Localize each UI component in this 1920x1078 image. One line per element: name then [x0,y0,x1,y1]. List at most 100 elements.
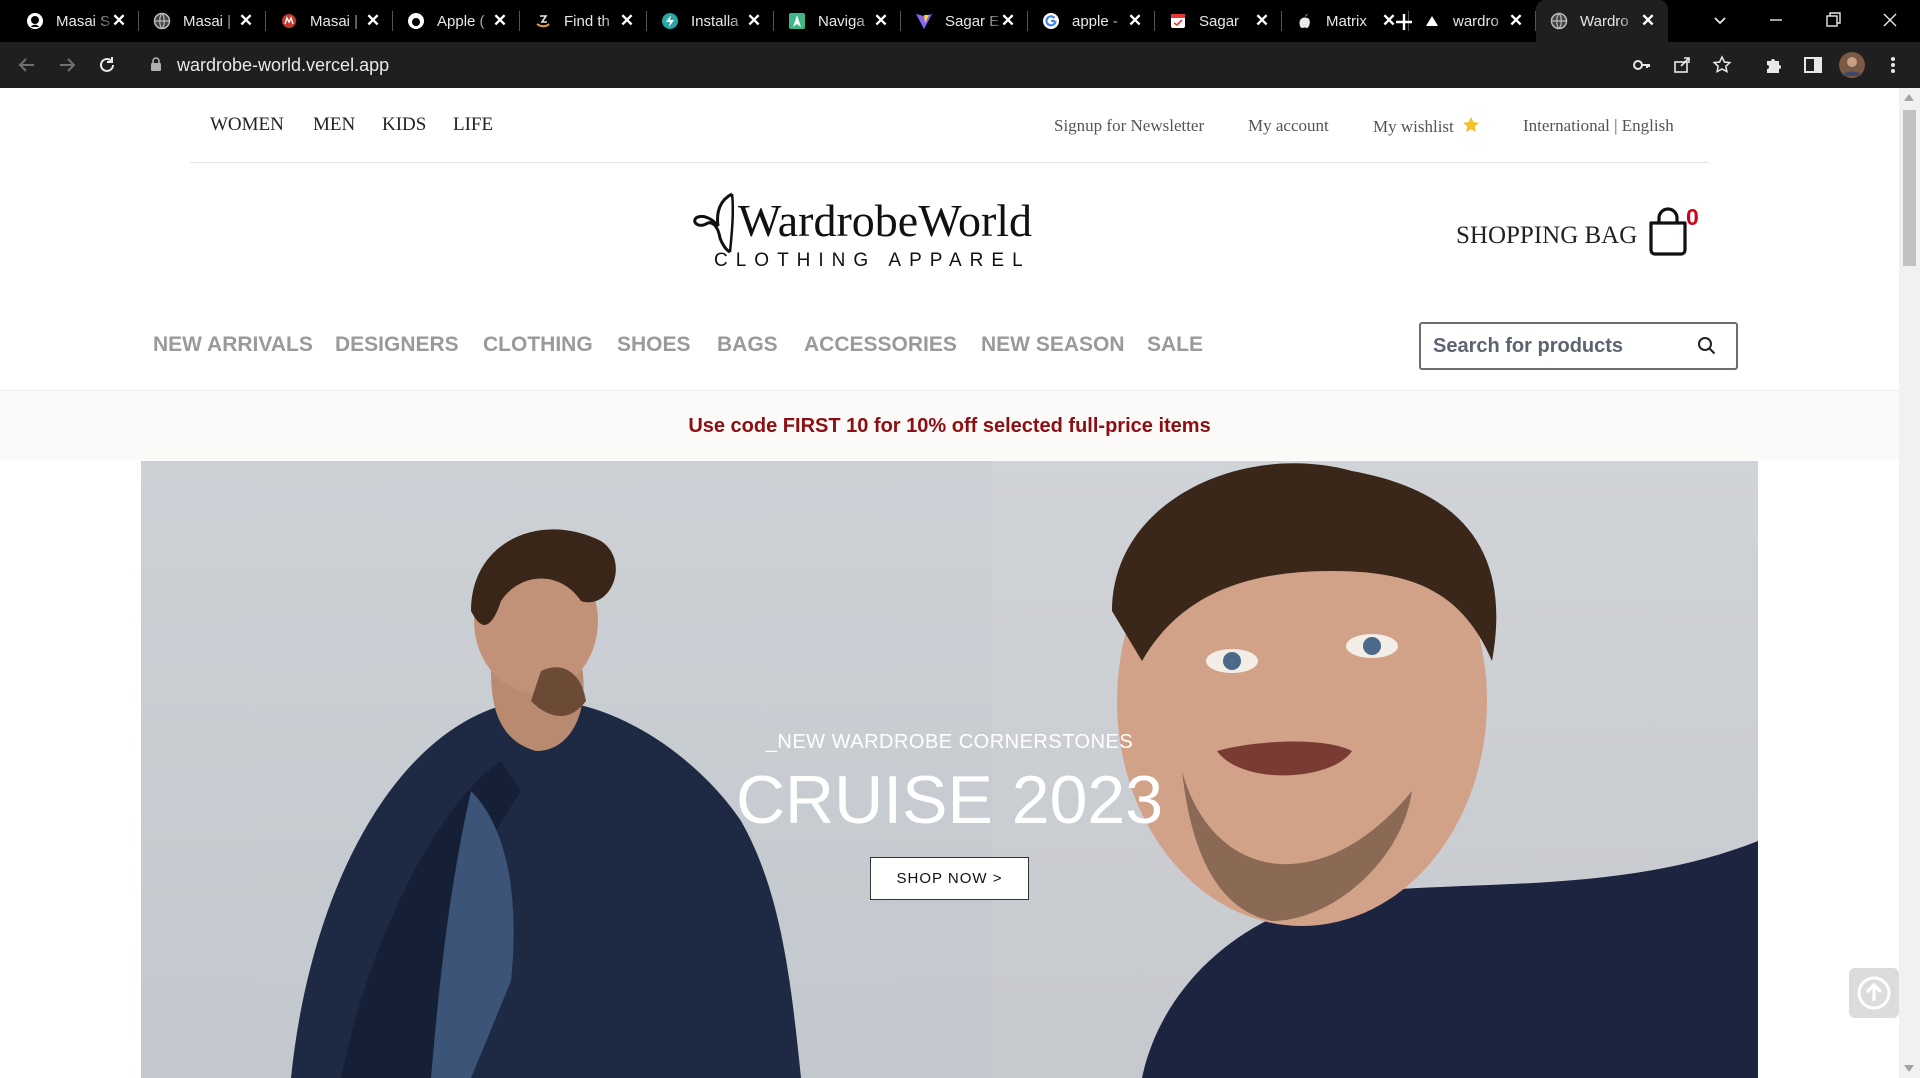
promo-text: Use code FIRST 10 for 10% off selected f… [688,415,1211,437]
close-tab-icon[interactable]: ✕ [236,11,256,31]
nav-men[interactable]: MEN [313,114,355,136]
lock-icon [151,57,161,71]
globe-icon [153,12,171,30]
browser-tab[interactable]: Apple (✕ [393,0,520,42]
close-tab-icon[interactable]: ✕ [617,11,637,31]
browser-tab[interactable]: Masai | ✕ [139,0,266,42]
chevron-down-icon [1714,17,1726,25]
category-designers[interactable]: DESIGNERS [335,333,459,357]
minimize-button[interactable] [1766,10,1786,30]
account-link[interactable]: My account [1248,116,1329,136]
reload-icon [100,57,114,72]
side-panel-icon [1804,57,1822,73]
profile-button[interactable] [1838,51,1866,79]
browser-tab[interactable]: Find th ✕ [520,0,647,42]
scrollbar-thumb[interactable] [1903,110,1916,266]
browser-tab[interactable]: wardro ✕ [1409,0,1536,42]
passwords-button[interactable] [1628,51,1656,79]
promo-banner: Use code FIRST 10 for 10% off selected f… [0,390,1899,460]
search-icon[interactable] [1696,335,1718,357]
site-logo[interactable]: WardrobeWorld CLOTHING APPAREL [690,188,1060,278]
google-icon [1042,12,1060,30]
new-tab-button[interactable] [1392,10,1416,34]
share-button[interactable] [1668,51,1696,79]
star-icon [1463,116,1479,132]
search-box [1419,322,1738,370]
forward-button[interactable] [53,51,81,79]
close-tab-icon[interactable]: ✕ [871,11,891,31]
close-window-button[interactable] [1880,10,1900,30]
minimize-icon [1770,19,1782,21]
browser-tab[interactable]: Sagar E ✕ [901,0,1028,42]
globe-icon [1550,12,1568,30]
close-tab-icon[interactable]: ✕ [998,11,1018,31]
star-icon [1712,55,1732,74]
close-tab-icon[interactable]: ✕ [109,11,129,31]
extensions-button[interactable] [1759,51,1787,79]
hero-title: CRUISE 2023 [735,762,1164,838]
github-icon [26,12,44,30]
arrow-right-icon [60,58,76,72]
category-bags[interactable]: BAGS [717,333,778,357]
close-tab-icon[interactable]: ✕ [363,11,383,31]
kebab-menu-icon [1891,57,1895,73]
web-page: WOMEN MEN KIDS LIFE Signup for Newslette… [0,88,1899,1078]
wishlist-link[interactable]: My wishlist [1373,116,1480,137]
top-utility-bar: WOMEN MEN KIDS LIFE Signup for Newslette… [190,88,1709,163]
scroll-down-arrow[interactable] [1904,1065,1914,1072]
hanger-logo-icon [693,192,735,254]
search-input[interactable] [1433,324,1683,368]
key-icon [1633,60,1650,70]
browser-tab[interactable]: Naviga ✕ [774,0,901,42]
close-tab-icon[interactable]: ✕ [1252,11,1272,31]
bookmark-button[interactable] [1708,51,1736,79]
browser-tab[interactable]: Sagar ✕ [1155,0,1282,42]
nav-kids[interactable]: KIDS [382,114,426,136]
scroll-up-arrow[interactable] [1904,94,1914,101]
category-sale[interactable]: SALE [1147,333,1203,357]
browser-tab[interactable]: Installa ✕ [647,0,774,42]
restore-icon [1826,12,1841,27]
shop-now-button[interactable]: SHOP NOW > [870,857,1029,900]
region-link[interactable]: International | English [1523,116,1674,136]
vercel-icon [1423,12,1441,30]
newsletter-link[interactable]: Signup for Newsletter [1054,116,1204,136]
arrow-up-circle-icon [1857,976,1891,1010]
share-icon [1674,57,1690,73]
category-accessories[interactable]: ACCESSORIES [804,333,957,357]
menu-button[interactable] [1879,51,1907,79]
bolt-icon [661,12,679,30]
address-bar: wardrobe-world.vercel.app [0,42,1920,88]
restore-button[interactable] [1823,10,1843,30]
apple-icon [1296,12,1314,30]
nav-icon [788,12,806,30]
close-tab-icon[interactable]: ✕ [1125,11,1145,31]
category-shoes[interactable]: SHOES [617,333,691,357]
category-new-season[interactable]: NEW SEASON [981,333,1125,357]
close-tab-icon[interactable]: ✕ [1506,11,1526,31]
nav-life[interactable]: LIFE [453,114,493,136]
window-controls [1396,0,1920,42]
vite-icon [915,12,933,30]
browser-tab[interactable]: Masai | ✕ [266,0,393,42]
close-icon [1883,13,1897,27]
calendar-icon [1169,12,1187,30]
reload-button[interactable] [93,51,121,79]
category-clothing[interactable]: CLOTHING [483,333,593,357]
side-panel-button[interactable] [1799,51,1827,79]
page-scrollbar[interactable] [1899,88,1920,1078]
hero-overlay: _NEW WARDROBE CORNERSTONES CRUISE 2023 S… [141,461,1758,1078]
nav-women[interactable]: WOMEN [210,114,284,136]
omnibox[interactable]: wardrobe-world.vercel.app [136,47,1616,83]
avatar [1839,52,1865,78]
logo-name: WardrobeWorld [738,195,1033,246]
close-tab-icon[interactable]: ✕ [490,11,510,31]
category-new-arrivals[interactable]: NEW ARRIVALS [153,333,313,357]
browser-tab[interactable]: Matrix ✕ [1282,0,1409,42]
close-tab-icon[interactable]: ✕ [744,11,764,31]
browser-tab[interactable]: apple - ✕ [1028,0,1155,42]
back-button[interactable] [13,51,41,79]
back-to-top-button[interactable] [1849,968,1899,1018]
browser-tab[interactable]: Masai S ✕ [12,0,139,42]
tab-search-button[interactable] [1710,10,1730,30]
